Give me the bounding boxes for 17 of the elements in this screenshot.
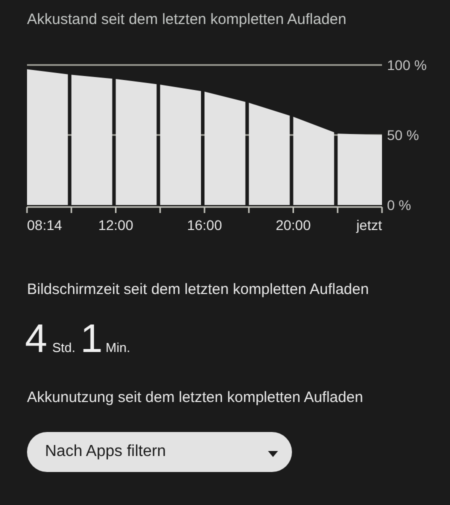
axis-label: 12:00 bbox=[98, 216, 134, 232]
axis-label: 100 % bbox=[387, 56, 427, 72]
axis-label: 08:14 bbox=[27, 216, 62, 232]
caret-icon bbox=[268, 450, 278, 456]
minutes-unit: Min. bbox=[106, 339, 130, 357]
hours-unit: Std. bbox=[52, 339, 76, 357]
axis-label: jetzt bbox=[356, 216, 382, 232]
filter-dropdown[interactable]: Nach Apps filtern bbox=[27, 432, 292, 472]
axis-label: 20:00 bbox=[276, 216, 311, 232]
axis-label: 50 % bbox=[387, 126, 419, 142]
axis-label: 16:00 bbox=[186, 216, 222, 232]
section-title: Akkunutzung seit dem letzten kompletten Aufladen bbox=[27, 388, 364, 408]
axis-label: 0 % bbox=[387, 196, 412, 212]
section-title: Akkustand seit dem letzten kompletten Aufladen bbox=[27, 10, 348, 30]
minutes-value: 1 bbox=[80, 319, 103, 359]
section-title: Bildschirmzeit seit dem letzten kompletten Aufladen bbox=[27, 280, 370, 300]
hours-value: 4 bbox=[25, 319, 48, 359]
